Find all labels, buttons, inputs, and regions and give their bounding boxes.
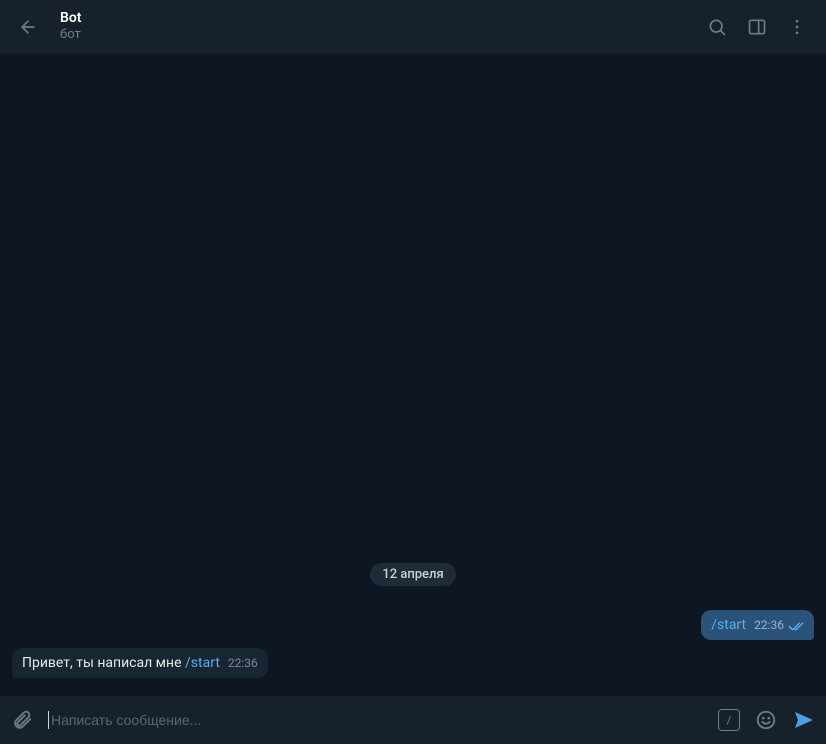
message-meta: 22:36 [228,656,258,672]
message-text: Привет, ты написал мне /start [22,654,220,672]
message-bubble-outgoing[interactable]: /start 22:36 [701,610,814,640]
send-button[interactable] [792,708,816,732]
header-actions [706,16,808,38]
chat-title-block[interactable]: Bot бот [60,10,706,44]
message-bubble-incoming[interactable]: Привет, ты написал мне /start 22:36 [12,648,268,678]
message-text: /start [711,616,746,634]
chat-subtitle: бот [60,27,706,44]
message-row-outgoing: /start 22:36 [12,610,814,640]
chat-header: Bot бот [0,0,826,54]
sidepanel-button[interactable] [746,16,768,38]
date-separator: 12 апреля [370,563,455,586]
slash-icon: / [727,713,732,727]
arrow-left-icon [18,17,38,37]
input-caret [48,711,49,729]
read-ticks-icon [788,621,804,632]
emoji-button[interactable] [754,708,778,732]
side-panel-icon [747,17,767,37]
attach-button[interactable] [10,708,34,732]
smile-icon [755,709,777,731]
message-input[interactable] [51,696,704,744]
message-time: 22:36 [754,618,784,634]
message-text-prefix: Привет, ты написал мне [22,655,185,671]
back-button[interactable] [10,9,46,45]
message-meta: 22:36 [754,618,804,634]
chat-area: 12 апреля /start 22:36 Привет, ты написа… [0,54,826,696]
message-row-incoming: Привет, ты написал мне /start 22:36 [12,648,814,678]
dots-vertical-icon [787,17,807,37]
send-icon [792,708,816,732]
search-icon [707,17,727,37]
message-command-link[interactable]: /start [185,655,220,671]
message-composer: / [0,696,826,744]
search-button[interactable] [706,16,728,38]
message-time: 22:36 [228,656,258,672]
paperclip-icon [11,709,33,731]
chat-title: Bot [60,10,706,27]
menu-button[interactable] [786,16,808,38]
commands-button[interactable]: / [718,709,740,731]
